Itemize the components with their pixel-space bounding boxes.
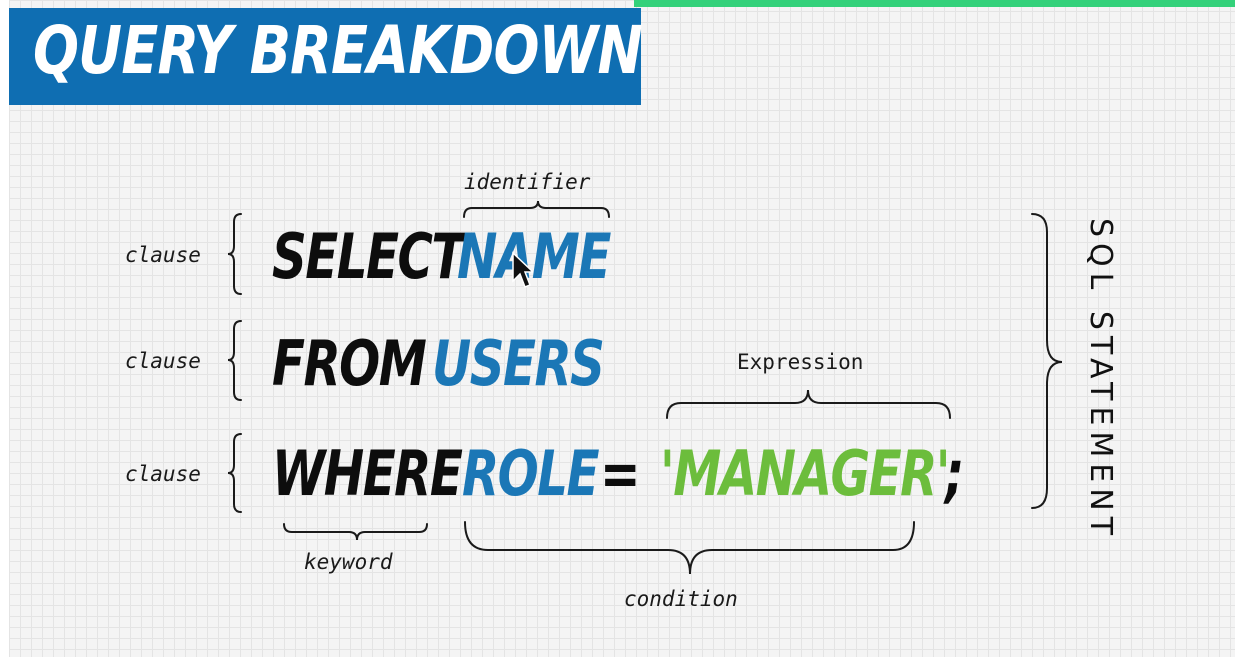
- condition-brace: [464, 521, 915, 575]
- expression-brace: [666, 389, 951, 419]
- clause-brace-where: [227, 433, 242, 513]
- statement-brace: [1031, 213, 1063, 509]
- clause-brace-select: [227, 213, 242, 295]
- identifier-brace: [463, 200, 610, 218]
- mouse-cursor-icon: [512, 251, 533, 288]
- keyword-brace: [283, 523, 428, 541]
- sql-statement-label: SQL STATEMENT: [1083, 218, 1118, 542]
- clause-brace-from: [227, 320, 242, 401]
- annotation-braces: [227, 200, 1063, 575]
